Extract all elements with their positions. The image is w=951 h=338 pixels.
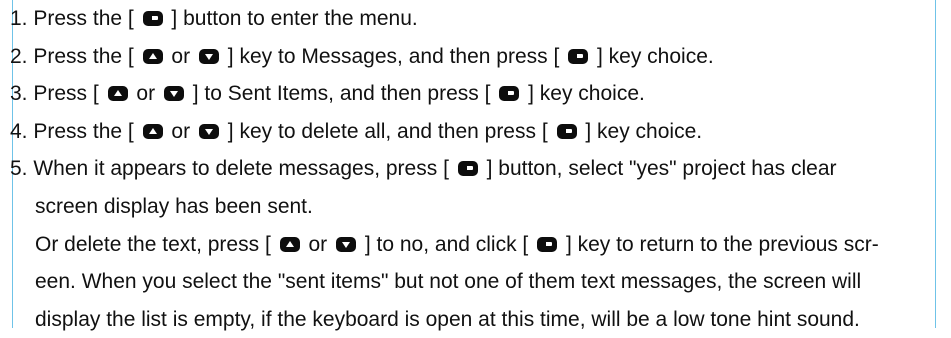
up-arrow-key-icon [279,236,300,252]
step-1-text-a: 1. Press the [ [10,7,134,30]
step-4-text-b: ] key to delete all, and then press [ [227,119,548,143]
step-5-line-4-text: een. When you select the "sent items" bu… [35,270,862,294]
step-4-text-c: ] key choice. [585,119,703,143]
menu-key-icon [499,86,520,102]
down-arrow-key-icon [198,123,219,139]
step-4-or: or [171,119,191,143]
step-5-line-3-text-b: ] to no, and click [ [364,232,529,256]
down-arrow-key-icon [198,48,219,64]
step-5: 5. When it appears to delete messages, p… [10,150,951,188]
step-4: 4. Press the [ or ] key to delete all, a… [10,113,951,151]
up-arrow-key-icon [107,86,128,102]
step-2-text-b: ] key to Messages, and then press [ [227,44,560,68]
step-3-text-a: 3. Press [ [10,82,99,106]
step-2-or: or [171,44,191,68]
down-arrow-key-icon [336,236,356,252]
step-5-line-5-text: display the list is empty, if the keyboa… [35,307,860,331]
step-5-line-5: display the list is empty, if the keyboa… [10,301,951,338]
menu-key-icon [142,11,163,26]
down-arrow-key-icon [163,86,184,102]
menu-key-icon [568,48,589,64]
instruction-text: 1. Press the [ ] button to enter the men… [10,0,951,338]
step-1-text-b: ] button to enter the menu. [171,7,418,30]
step-5-line-3: Or delete the text, press [ or ] to no, … [10,226,951,264]
step-5-line-4: een. When you select the "sent items" bu… [10,263,951,301]
step-1: 1. Press the [ ] button to enter the men… [10,0,951,38]
step-3: 3. Press [ or ] to Sent Items, and then … [10,75,951,113]
step-3-text-c: ] key choice. [528,82,645,106]
menu-key-icon [537,236,558,252]
menu-key-icon [556,123,577,139]
step-5-line-3-text-c: ] key to return to the previous scr- [565,232,879,256]
menu-key-icon [457,161,478,177]
step-2: 2. Press the [ or ] key to Messages, and… [10,38,951,76]
step-3-text-b: ] to Sent Items, and then press [ [192,82,491,106]
step-2-text-c: ] key choice. [597,44,714,68]
step-3-or: or [136,82,156,106]
up-arrow-key-icon [142,48,163,64]
step-5-line-3-or: or [308,232,328,256]
step-4-text-a: 4. Press the [ [10,119,134,143]
step-5-line-2: screen display has been sent. [10,188,951,226]
step-5-text-a: 5. When it appears to delete messages, p… [10,157,449,181]
step-5-text-b: ] button, select "yes" project has clear [486,157,837,181]
step-5-line-2-text: screen display has been sent. [35,194,313,218]
up-arrow-key-icon [142,123,163,139]
step-2-text-a: 2. Press the [ [10,44,134,68]
step-5-line-3-text-a: Or delete the text, press [ [35,232,271,256]
